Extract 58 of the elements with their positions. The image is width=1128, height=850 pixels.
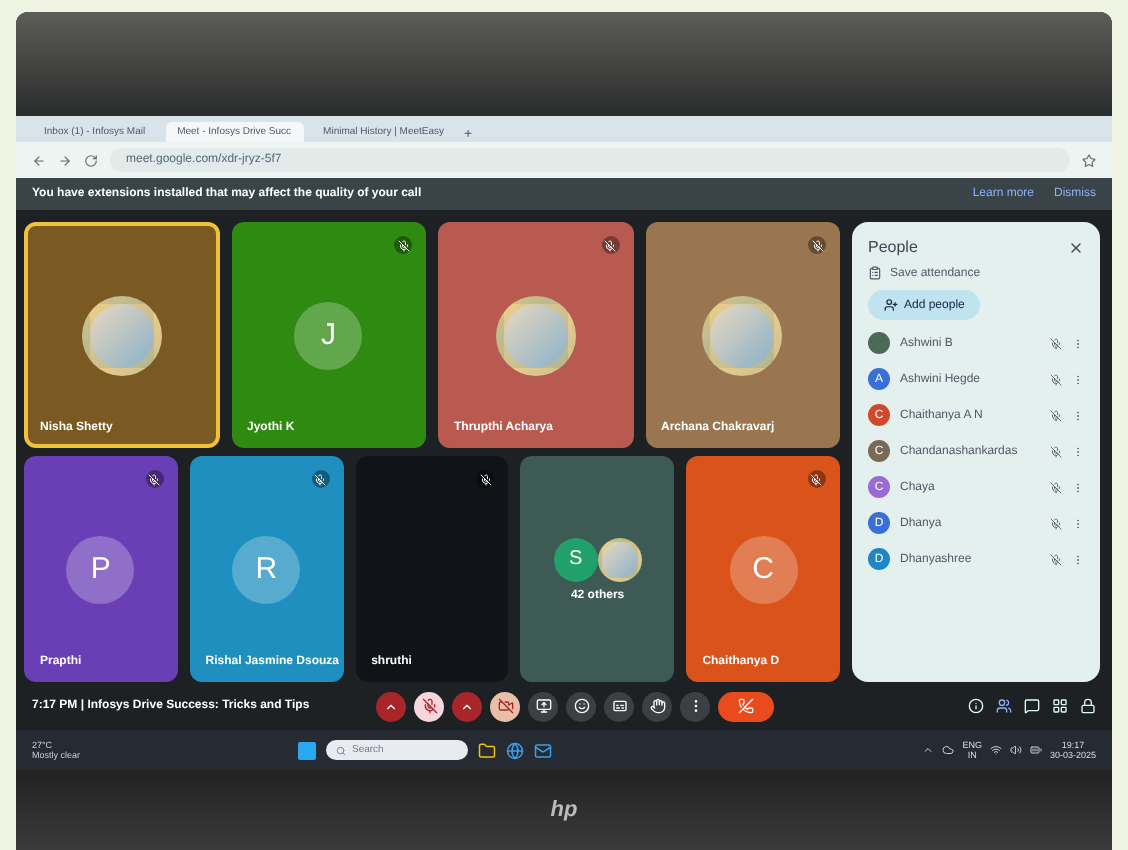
grid-icon[interactable] (1052, 698, 1068, 714)
caret-icon (384, 699, 398, 713)
avatar-circle (81, 295, 162, 375)
mic-off-icon (1050, 553, 1062, 565)
brand-logo: hp (550, 798, 578, 822)
folder-icon[interactable] (478, 741, 496, 759)
chevron-icon (922, 744, 935, 756)
hang-up-icon (738, 698, 754, 714)
reload-icon (84, 153, 98, 167)
info-icon[interactable] (968, 698, 984, 714)
mic-off-icon (1050, 337, 1062, 349)
avatar-initial: P (66, 535, 135, 603)
mic-options-button[interactable] (376, 691, 406, 721)
people-icon[interactable] (996, 698, 1012, 714)
avatar-initial: C (729, 535, 798, 603)
battery-icon (1029, 744, 1042, 756)
emoji-button[interactable] (566, 691, 596, 721)
caret-icon (460, 699, 474, 713)
mail-icon[interactable] (534, 741, 552, 759)
panel-title: People (868, 238, 918, 256)
avatar-circle (597, 537, 642, 581)
wifi-icon (989, 744, 1002, 756)
mic-off-icon (1050, 409, 1062, 421)
volume-icon (1009, 744, 1022, 756)
back-icon (32, 153, 46, 167)
globe-icon[interactable] (506, 741, 524, 759)
mic-off-icon (1050, 445, 1062, 457)
search-icon (336, 745, 346, 755)
present-button[interactable] (528, 691, 558, 721)
camera-off-icon (497, 698, 513, 714)
start-icon[interactable] (298, 741, 316, 759)
add-person-icon (884, 298, 898, 312)
camera-button[interactable] (490, 691, 520, 721)
star-icon (1082, 153, 1096, 167)
captions-icon (611, 698, 627, 714)
mic-off-icon (1050, 373, 1062, 385)
smiley-icon (573, 698, 589, 714)
camera-options-button[interactable] (452, 691, 482, 721)
mic-off-icon (421, 698, 437, 714)
hand-icon (649, 698, 665, 714)
mic-button[interactable] (414, 691, 444, 721)
chat-icon[interactable] (1024, 698, 1040, 714)
forward-icon (58, 153, 72, 167)
avatar-circle (702, 295, 783, 375)
cloud-icon (942, 744, 955, 756)
avatar-circle (495, 295, 576, 375)
avatar-initial: S (553, 537, 598, 581)
raise-hand-button[interactable] (642, 691, 672, 721)
clipboard-icon (868, 266, 882, 280)
avatar-initial: J (294, 301, 363, 369)
end-call-button[interactable] (718, 691, 774, 721)
captions-button[interactable] (604, 691, 634, 721)
mic-off-icon (1050, 517, 1062, 529)
lock-icon[interactable] (1080, 698, 1096, 714)
present-screen-icon (535, 698, 551, 714)
close-icon[interactable] (1068, 239, 1084, 255)
avatar-initial: R (232, 535, 301, 603)
mic-off-icon (1050, 481, 1062, 493)
